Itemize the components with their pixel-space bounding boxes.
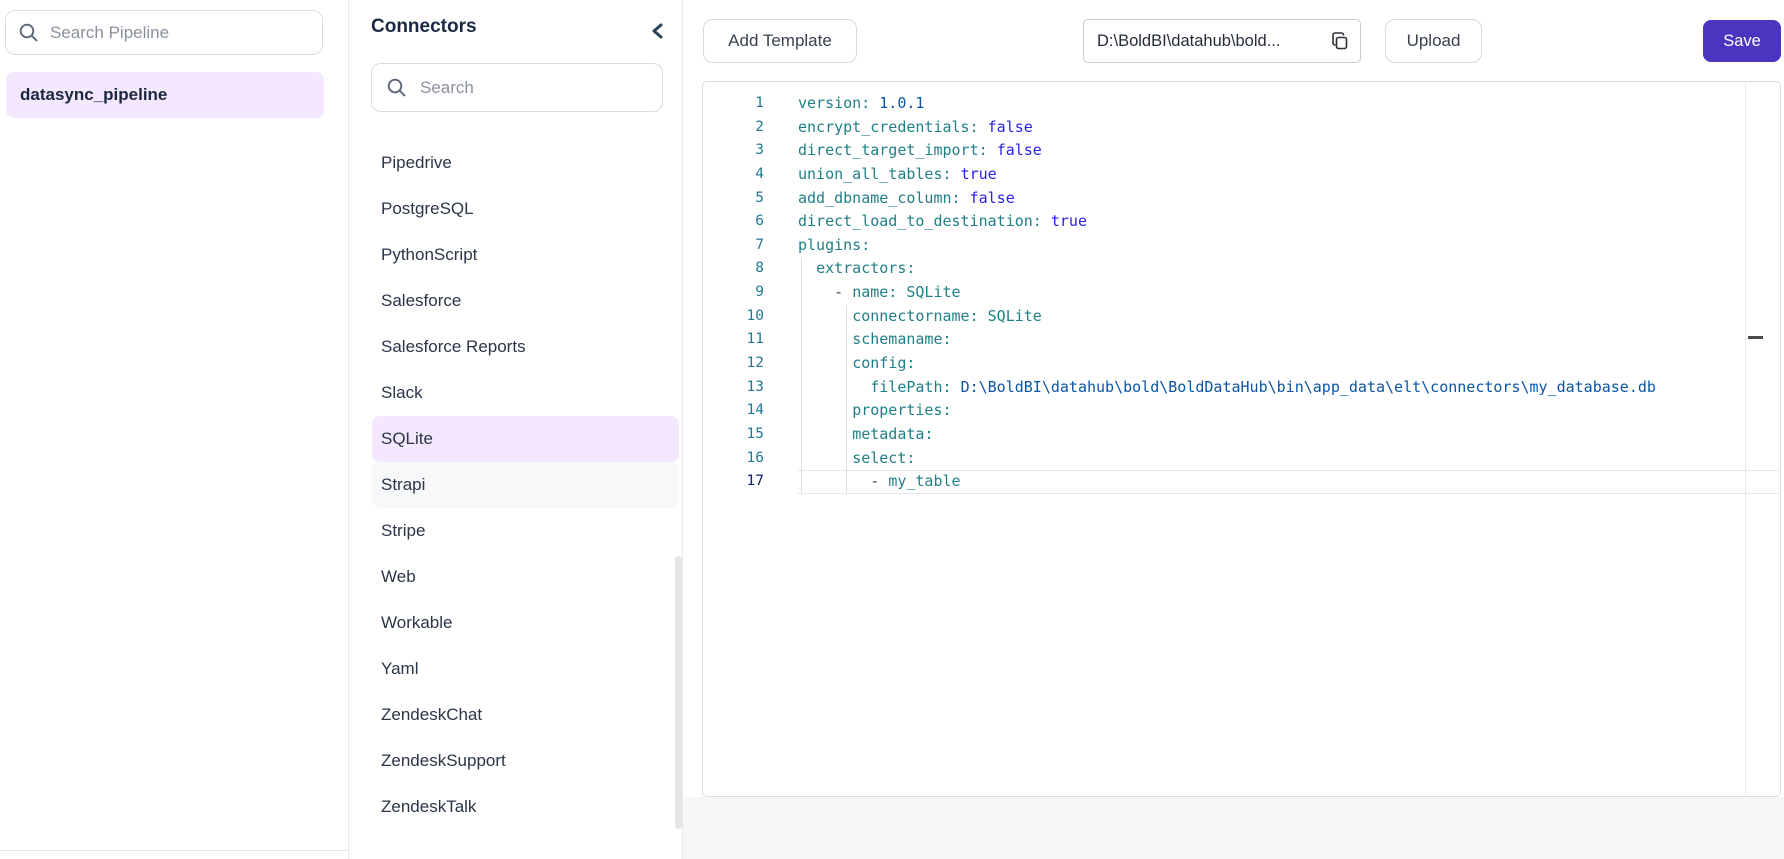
connector-item[interactable]: PostgreSQL	[372, 186, 679, 232]
connector-item[interactable]: PythonScript	[372, 232, 679, 278]
line-number: 4	[755, 165, 764, 182]
connector-item[interactable]: Yaml	[372, 646, 679, 692]
connector-item[interactable]: Web	[372, 554, 679, 600]
app-window: datasync_pipeline Connectors PipedrivePo…	[0, 0, 1784, 859]
line-number: 2	[755, 118, 764, 135]
main-area: Add Template D:\BoldBI\datahub\bold... U…	[683, 0, 1784, 859]
line-number: 1	[755, 95, 764, 111]
line-number: 3	[755, 142, 764, 159]
indent-guide	[801, 281, 802, 305]
line-number: 15	[746, 425, 764, 442]
code-line[interactable]: connectorname: SQLite	[798, 304, 1779, 329]
line-number: 17	[746, 473, 764, 490]
line-number: 6	[755, 213, 764, 230]
line-number: 12	[746, 355, 764, 372]
connector-item[interactable]: ZendeskSupport	[372, 738, 679, 784]
line-number: 10	[746, 307, 764, 324]
line-number: 14	[746, 402, 764, 419]
collapse-panel-button[interactable]	[645, 18, 671, 44]
yaml-editor[interactable]: 1 2 3 4 5 6 7 8 9 10 11 12 13 14 15 16 17 version: 1.0.1…	[702, 81, 1781, 797]
code-line[interactable]: metadata:	[798, 422, 1779, 447]
indent-guide	[801, 422, 802, 447]
pipeline-search-box[interactable]	[5, 10, 323, 55]
line-number: 9	[755, 284, 764, 301]
indent-guide	[846, 399, 848, 423]
line-number: 7	[755, 236, 764, 253]
line-number: 11	[746, 331, 764, 348]
indent-guide	[846, 304, 848, 329]
line-number: 5	[755, 189, 764, 206]
connectors-panel: Connectors PipedrivePostgreSQLPythonScri…	[349, 0, 683, 859]
code-line[interactable]: direct_load_to_destination: true	[798, 210, 1779, 234]
indent-guide	[801, 399, 802, 423]
code-line[interactable]: union_all_tables: true	[798, 163, 1779, 187]
code-line[interactable]: config:	[798, 352, 1779, 376]
connector-list: Pipedrive PostgreSQL PythonScript Salesforc…	[372, 140, 679, 830]
code-line[interactable]: - my_table	[798, 470, 1779, 494]
code-line[interactable]: select:	[798, 446, 1779, 471]
indent-guide	[801, 328, 802, 353]
indent-guide	[846, 328, 848, 353]
code-line[interactable]: add_dbname_column: false	[798, 187, 1779, 211]
connector-search-box[interactable]	[371, 63, 663, 112]
code-line[interactable]: plugins:	[798, 234, 1779, 258]
indent-guide	[801, 446, 802, 471]
code-line[interactable]: filePath: D:\BoldBI\datahub\bold\BoldDat…	[798, 375, 1779, 400]
connectors-scrollbar-thumb[interactable]	[675, 556, 682, 829]
indent-guide	[801, 257, 802, 282]
indent-guide	[846, 352, 848, 376]
code-line[interactable]: schemaname:	[798, 328, 1779, 353]
pipelines-panel: datasync_pipeline	[0, 0, 349, 859]
editor-code-area[interactable]: version: 1.0.1 encrypt_credentials: false…	[798, 92, 1779, 494]
indent-guide	[801, 352, 802, 376]
code-line[interactable]: version: 1.0.1	[798, 92, 1779, 116]
config-path-field[interactable]: D:\BoldBI\datahub\bold...	[1083, 19, 1361, 63]
search-icon	[386, 77, 407, 98]
code-line[interactable]: - name: SQLite	[798, 281, 1779, 305]
connector-item[interactable]: Strapi	[372, 462, 679, 508]
overview-ruler	[1745, 82, 1746, 796]
connector-item[interactable]: SQLite	[372, 416, 679, 462]
left-panel-divider	[0, 850, 349, 851]
connector-item[interactable]: Slack	[372, 370, 679, 416]
indent-guide	[801, 304, 802, 329]
connector-item[interactable]: ZendeskTalk	[372, 784, 679, 830]
indent-guide	[801, 470, 802, 494]
editor-footer-strip	[683, 797, 1784, 859]
overview-ruler-cursor-marker	[1748, 336, 1763, 339]
line-number: 8	[755, 260, 764, 277]
search-icon	[18, 22, 39, 43]
code-line[interactable]: encrypt_credentials: false	[798, 116, 1779, 140]
save-button[interactable]: Save	[1703, 20, 1781, 62]
indent-guide	[846, 446, 848, 471]
connector-item[interactable]: Salesforce Reports	[372, 324, 679, 370]
connector-item[interactable]: ZendeskChat	[372, 692, 679, 738]
connector-search-input[interactable]	[420, 77, 648, 98]
code-line[interactable]: properties:	[798, 399, 1779, 423]
pipeline-item-datasync[interactable]: datasync_pipeline	[6, 72, 324, 118]
indent-guide	[846, 470, 848, 494]
indent-guide	[846, 375, 848, 400]
line-number: 13	[746, 378, 764, 395]
connector-item[interactable]: Stripe	[372, 508, 679, 554]
config-path-value: D:\BoldBI\datahub\bold...	[1097, 31, 1281, 50]
chevron-left-icon	[650, 22, 666, 40]
connectors-title: Connectors	[371, 16, 477, 37]
indent-guide	[801, 375, 802, 400]
line-number: 16	[746, 449, 764, 466]
code-line[interactable]: direct_target_import: false	[798, 139, 1779, 163]
connector-item[interactable]: Workable	[372, 600, 679, 646]
add-template-button[interactable]: Add Template	[703, 19, 857, 63]
copy-icon[interactable]	[1330, 31, 1350, 51]
connector-item[interactable]: Salesforce	[372, 278, 679, 324]
connector-item[interactable]: Pipedrive	[372, 140, 679, 186]
pipeline-search-input[interactable]	[50, 22, 310, 43]
upload-button[interactable]: Upload	[1385, 19, 1482, 63]
indent-guide	[846, 422, 848, 447]
editor-gutter: 1 2 3 4 5 6 7 8 9 10 11 12 13 14 15 16 17	[703, 92, 764, 494]
code-line[interactable]: extractors:	[798, 257, 1779, 282]
